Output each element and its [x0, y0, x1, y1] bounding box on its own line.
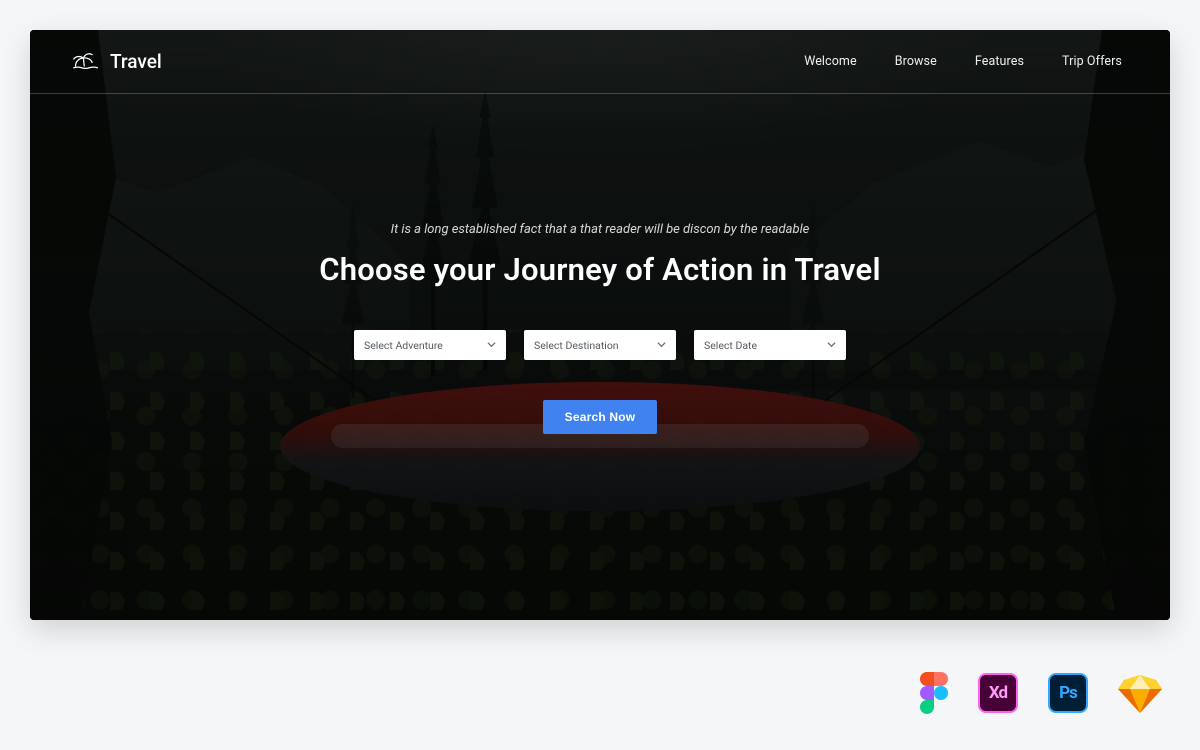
select-adventure[interactable]: Select Adventure [354, 330, 506, 360]
nav-trip-offers[interactable]: Trip Offers [1062, 54, 1122, 69]
chevron-down-icon [827, 339, 836, 352]
xd-label: Xd [989, 683, 1007, 703]
hero-tagline: It is a long established fact that a tha… [30, 222, 1170, 237]
adobe-xd-icon: Xd [978, 673, 1018, 713]
brand-name: Travel [110, 50, 162, 73]
chevron-down-icon [487, 339, 496, 352]
design-tool-badges: Xd Ps [920, 672, 1162, 714]
hero-content: It is a long established fact that a tha… [30, 94, 1170, 434]
figma-icon [920, 672, 948, 714]
brand-logo[interactable]: Travel [72, 48, 162, 75]
primary-nav: Welcome Browse Features Trip Offers [804, 54, 1122, 69]
palm-travel-icon [72, 48, 100, 75]
chevron-down-icon [657, 339, 666, 352]
select-placeholder: Select Adventure [364, 339, 443, 352]
search-button[interactable]: Search Now [543, 400, 658, 434]
photoshop-icon: Ps [1048, 673, 1088, 713]
site-header: Travel Welcome Browse Features Trip Offe… [30, 30, 1170, 94]
hero-headline: Choose your Journey of Action in Travel [30, 251, 1170, 288]
select-date[interactable]: Select Date [694, 330, 846, 360]
select-placeholder: Select Date [704, 339, 757, 352]
search-row: Select Adventure Select Destination Sele… [30, 330, 1170, 360]
select-placeholder: Select Destination [534, 339, 619, 352]
hero-card: Travel Welcome Browse Features Trip Offe… [30, 30, 1170, 620]
nav-browse[interactable]: Browse [895, 54, 937, 69]
nav-features[interactable]: Features [975, 54, 1024, 69]
nav-welcome[interactable]: Welcome [804, 54, 857, 69]
select-destination[interactable]: Select Destination [524, 330, 676, 360]
ps-label: Ps [1059, 683, 1077, 703]
sketch-icon [1118, 673, 1162, 713]
